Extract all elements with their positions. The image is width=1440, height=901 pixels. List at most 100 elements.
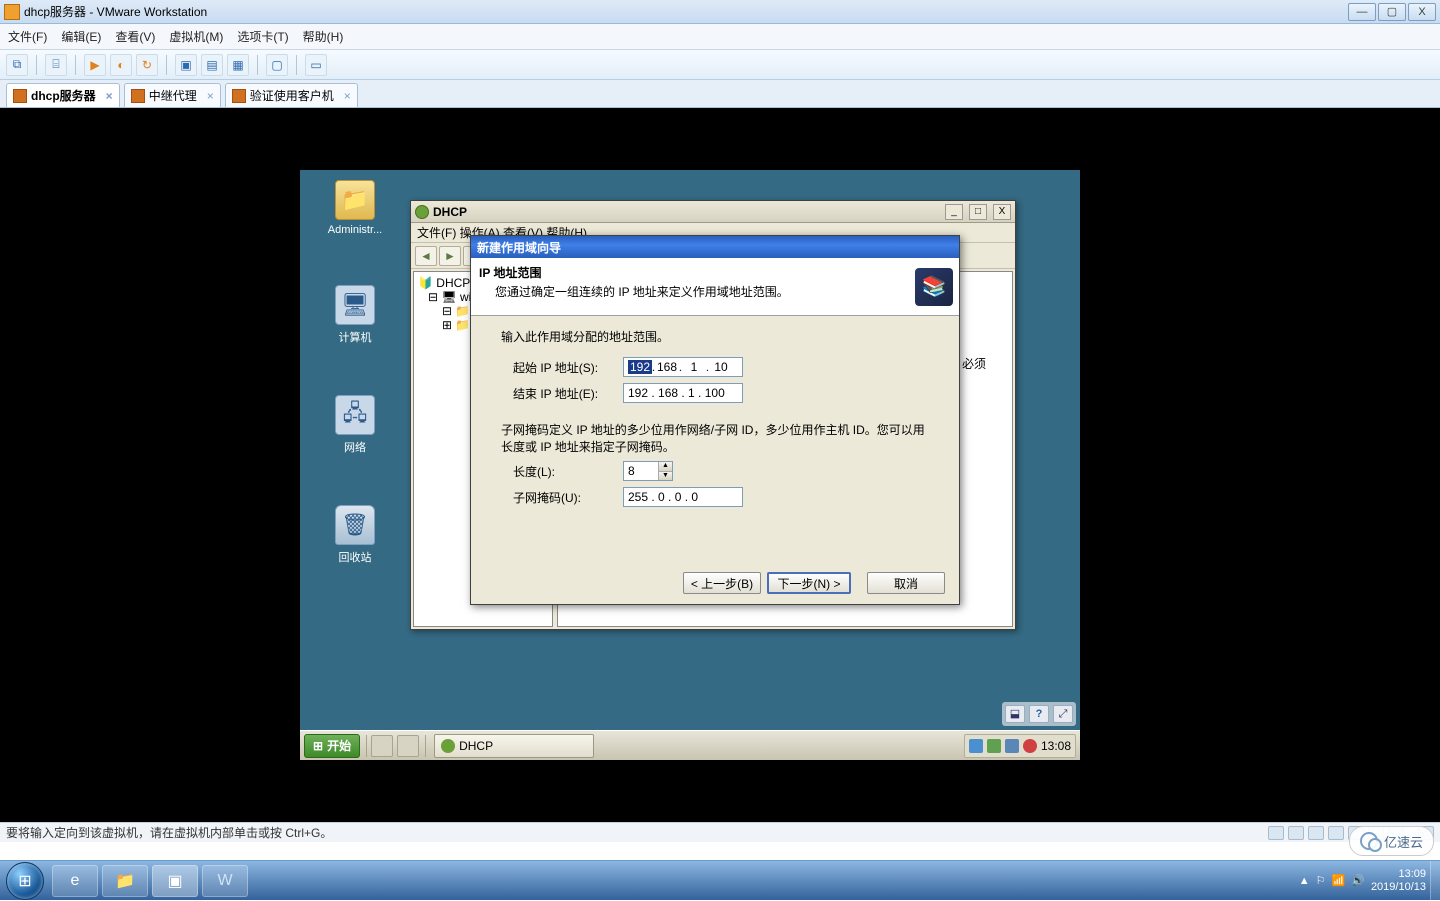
tray-network-icon[interactable] <box>1005 739 1019 753</box>
minimize-button[interactable]: — <box>1348 3 1376 21</box>
mask-label: 子网掩码(U): <box>513 489 623 506</box>
tray-action-icon[interactable]: ⚐ <box>1316 874 1326 887</box>
start-button[interactable]: ⊞ 开始 <box>304 734 360 758</box>
guest-desktop[interactable]: 📁 Administr... 🖥 计算机 🖧 网络 🗑 回收站 DHCP _ □… <box>300 170 1080 760</box>
host-start-button[interactable]: ⊞ <box>6 862 44 900</box>
taskbar-item-dhcp[interactable]: DHCP <box>434 734 594 758</box>
taskbar-explorer[interactable]: 📁 <box>102 865 148 897</box>
menu-edit[interactable]: 编辑(E) <box>61 28 101 45</box>
wizard-subheading: 您通过确定一组连续的 IP 地址来定义作用域地址范围。 <box>495 283 901 300</box>
fullscreen-button[interactable]: ▭ <box>305 54 327 76</box>
info-icon[interactable]: ⬓ <box>1005 705 1025 723</box>
menu-view[interactable]: 查看(V) <box>115 28 155 45</box>
menu-file[interactable]: 文件(F) <box>8 28 47 45</box>
quicklaunch-desktop[interactable] <box>371 735 393 757</box>
mmc-close[interactable]: X <box>993 204 1011 220</box>
taskbar-word[interactable]: W <box>202 865 248 897</box>
vm-display-area[interactable]: 📁 Administr... 🖥 计算机 🖧 网络 🗑 回收站 DHCP _ □… <box>0 108 1440 822</box>
desktop-icon-computer[interactable]: 🖥 计算机 <box>320 285 390 345</box>
tray-volume-icon[interactable]: 🔊 <box>1351 874 1365 887</box>
network-icon: 🖧 <box>335 395 375 435</box>
guest-clock[interactable]: 13:08 <box>1041 739 1071 753</box>
tray-security-icon[interactable] <box>1023 739 1037 753</box>
help-icon[interactable]: ? <box>1029 705 1049 723</box>
end-ip-input[interactable]: 192 . 168 . 1 . 100 <box>623 383 743 403</box>
subnet-mask-input[interactable]: 255 . 0 . 0 . 0 <box>623 487 743 507</box>
desktop-icon-administrator[interactable]: 📁 Administr... <box>320 180 390 236</box>
status-cd-icon[interactable] <box>1288 826 1304 840</box>
length-label: 长度(L): <box>513 463 623 480</box>
tab-relay-agent[interactable]: 中继代理 × <box>124 83 221 107</box>
tab-close-icon[interactable]: × <box>106 89 113 103</box>
dhcp-icon <box>415 205 429 219</box>
icon-label: Administr... <box>320 224 390 236</box>
wizard-header-icon: 📚 <box>915 268 953 306</box>
status-net-icon[interactable] <box>1328 826 1344 840</box>
revert-button[interactable]: ▦ <box>227 54 249 76</box>
tray-wifi-icon[interactable]: 📶 <box>1332 874 1346 887</box>
windows-logo-icon: ⊞ <box>18 871 31 891</box>
snapshot-button[interactable]: ▣ <box>175 54 197 76</box>
wizard-title: 新建作用域向导 <box>471 236 959 258</box>
taskbar-vmware[interactable]: ▣ <box>152 865 198 897</box>
home-button[interactable]: ⧉ <box>6 54 28 76</box>
computer-icon: 🖥 <box>335 285 375 325</box>
tray-icon[interactable] <box>969 739 983 753</box>
vm-icon <box>13 89 27 103</box>
library-button[interactable]: ⌸ <box>45 54 67 76</box>
power-on-button[interactable]: ▶ <box>84 54 106 76</box>
menu-tabs[interactable]: 选项卡(T) <box>237 28 288 45</box>
desktop-icon-network[interactable]: 🖧 网络 <box>320 395 390 455</box>
pin-icon[interactable]: ⤢ <box>1053 705 1073 723</box>
host-system-tray[interactable]: ▲ ⚐ 📶 🔊 13:09 2019/10/13 <box>1299 868 1430 892</box>
quicklaunch-explorer[interactable] <box>397 735 419 757</box>
wizard-heading: IP 地址范围 <box>479 264 901 281</box>
vmware-toolbar: ⧉ ⌸ ▶ ◐ ↻ ▣ ▤ ▦ ▢ ▭ <box>0 50 1440 80</box>
snapshot-mgr-button[interactable]: ▤ <box>201 54 223 76</box>
mmc-title: DHCP <box>433 205 467 219</box>
length-spinner[interactable]: ▲▼ <box>658 462 672 480</box>
tab-label: 中继代理 <box>149 87 197 104</box>
reset-button[interactable]: ↻ <box>136 54 158 76</box>
icon-label: 网络 <box>320 439 390 455</box>
mmc-minimize[interactable]: _ <box>945 204 963 220</box>
unity-button[interactable]: ▢ <box>266 54 288 76</box>
cancel-button[interactable]: 取消 <box>867 572 945 594</box>
new-scope-wizard: 新建作用域向导 IP 地址范围 您通过确定一组连续的 IP 地址来定义作用域地址… <box>470 235 960 605</box>
windows-logo-icon: ⊞ <box>313 739 323 753</box>
tree-root: DHCP <box>436 276 470 290</box>
trash-icon: 🗑 <box>335 505 375 545</box>
menu-vm[interactable]: 虚拟机(M) <box>169 28 223 45</box>
status-floppy-icon[interactable] <box>1308 826 1324 840</box>
host-clock[interactable]: 13:09 2019/10/13 <box>1371 868 1426 892</box>
tray-flag-icon[interactable]: ▲ <box>1299 875 1310 887</box>
suspend-button[interactable]: ◐ <box>110 54 132 76</box>
nav-back-button[interactable]: ◄ <box>415 246 437 266</box>
vmware-status-bar: 要将输入定向到该虚拟机，请在虚拟机内部单击或按 Ctrl+G。 <box>0 822 1440 842</box>
wizard-intro: 输入此作用域分配的地址范围。 <box>501 328 929 345</box>
status-hdd-icon[interactable] <box>1268 826 1284 840</box>
tray-icon[interactable] <box>987 739 1001 753</box>
tab-client[interactable]: 验证使用客户机 × <box>225 83 358 107</box>
tab-label: dhcp服务器 <box>31 87 96 104</box>
menu-help[interactable]: 帮助(H) <box>303 28 344 45</box>
mmc-maximize[interactable]: □ <box>969 204 987 220</box>
window-title: dhcp服务器 - VMware Workstation <box>24 3 1346 20</box>
show-desktop-button[interactable] <box>1430 861 1440 901</box>
nav-forward-button[interactable]: ► <box>439 246 461 266</box>
close-button[interactable]: X <box>1408 3 1436 21</box>
tab-close-icon[interactable]: × <box>207 89 214 103</box>
maximize-button[interactable]: ▢ <box>1378 3 1406 21</box>
vm-icon <box>232 89 246 103</box>
length-input[interactable]: 8 ▲▼ <box>623 461 673 481</box>
desktop-icon-recycle-bin[interactable]: 🗑 回收站 <box>320 505 390 565</box>
system-tray[interactable]: 13:08 <box>964 734 1076 758</box>
taskbar-ie[interactable]: e <box>52 865 98 897</box>
tab-dhcp-server[interactable]: dhcp服务器 × <box>6 83 120 107</box>
guest-taskbar: ⊞ 开始 DHCP 13:08 <box>300 730 1080 760</box>
start-ip-label: 起始 IP 地址(S): <box>513 359 623 376</box>
back-button[interactable]: < 上一步(B) <box>683 572 761 594</box>
start-ip-input[interactable]: 192. 168. 1. 10 <box>623 357 743 377</box>
tab-close-icon[interactable]: × <box>344 89 351 103</box>
next-button[interactable]: 下一步(N) > <box>767 572 851 594</box>
